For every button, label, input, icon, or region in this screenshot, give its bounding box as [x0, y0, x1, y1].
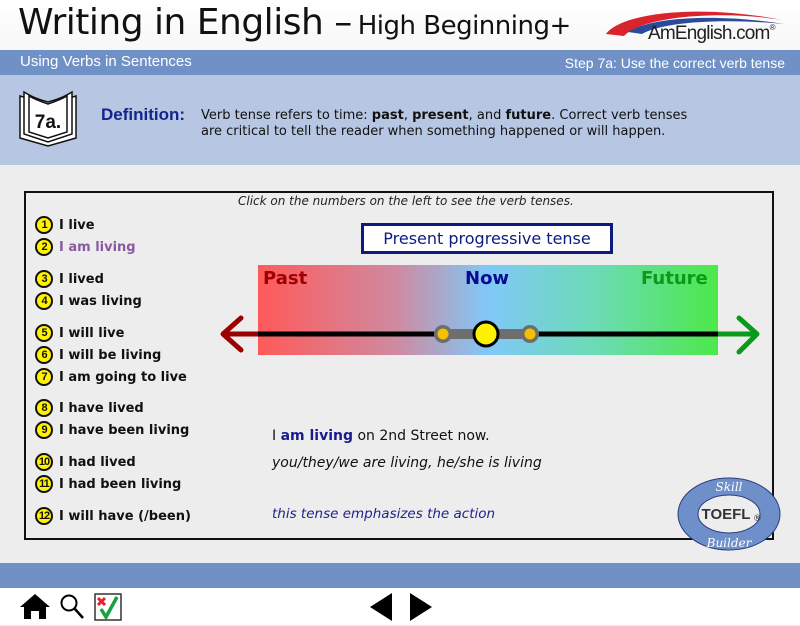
- tense-number-button[interactable]: 3: [35, 270, 53, 288]
- search-button[interactable]: [59, 593, 85, 625]
- tense-number-button[interactable]: 11: [35, 475, 53, 493]
- tense-number-button[interactable]: 12: [35, 507, 53, 525]
- tense-item-label: I am living: [59, 239, 136, 255]
- logo-text: AmEnglish.com®: [648, 23, 776, 44]
- quiz-button[interactable]: [94, 593, 122, 625]
- step-title: Step 7a: Use the correct verb tense: [564, 55, 785, 71]
- end-marker: [524, 328, 536, 340]
- title-bar: Using Verbs in Sentences Step 7a: Use th…: [0, 50, 800, 75]
- app-title-main: Writing in English –: [18, 2, 352, 43]
- checklist-icon: [94, 593, 122, 621]
- tense-item-8[interactable]: 8 I have lived: [35, 398, 144, 418]
- tense-item-label: I live: [59, 217, 95, 233]
- tense-item-6[interactable]: 6 I will be living: [35, 345, 161, 365]
- future-label: Future: [641, 268, 708, 289]
- previous-button[interactable]: [368, 592, 394, 626]
- tense-item-label: I have been living: [59, 422, 190, 438]
- tense-number-button[interactable]: 8: [35, 399, 53, 417]
- tense-item-12[interactable]: 12 I will have (/been): [35, 506, 191, 526]
- now-marker: [472, 320, 500, 348]
- now-label: Now: [465, 268, 510, 289]
- tense-item-10[interactable]: 10 I had lived: [35, 452, 136, 472]
- book-icon: 7a.: [16, 88, 80, 148]
- tense-item-label: I will be living: [59, 347, 162, 363]
- past-label: Past: [263, 268, 308, 289]
- tense-item-3[interactable]: 3 I lived: [35, 269, 104, 289]
- tense-item-label: I was living: [59, 293, 142, 309]
- tense-item-label: I have lived: [59, 400, 144, 416]
- tense-item-label: I will live: [59, 325, 125, 341]
- tense-number-button[interactable]: 7: [35, 368, 53, 386]
- tense-item-2[interactable]: 2 I am living: [35, 237, 136, 257]
- previous-arrow-icon: [370, 593, 392, 621]
- app-title: Writing in English – High Beginning+: [18, 2, 571, 43]
- definition-text: Verb tense refers to time: past, present…: [201, 108, 688, 139]
- tense-item-7[interactable]: 7 I am going to live: [35, 367, 187, 387]
- tense-number-button[interactable]: 6: [35, 346, 53, 364]
- conjugation-text: you/they/we are living, he/she is living: [272, 455, 542, 471]
- tense-item-4[interactable]: 4 I was living: [35, 291, 142, 311]
- section-title: Using Verbs in Sentences: [20, 53, 192, 70]
- svg-text:Skill: Skill: [715, 480, 742, 494]
- app-subtitle: High Beginning+: [357, 11, 572, 41]
- footer-band: [0, 563, 800, 588]
- tense-item-label: I lived: [59, 271, 104, 287]
- svg-text:TOEFL: TOEFL: [702, 506, 751, 523]
- home-button[interactable]: [19, 593, 51, 623]
- tense-number-button[interactable]: 2: [35, 238, 53, 256]
- tense-item-label: I will have (/been): [59, 508, 191, 524]
- next-button[interactable]: [408, 592, 434, 626]
- tense-item-label: I had been living: [59, 476, 182, 492]
- tense-item-9[interactable]: 9 I have been living: [35, 420, 189, 440]
- search-icon: [60, 594, 84, 619]
- next-arrow-icon: [410, 593, 432, 621]
- timeline: Past Now Future: [215, 262, 765, 372]
- definition-label: Definition:: [101, 105, 186, 124]
- tense-item-11[interactable]: 11 I had been living: [35, 474, 181, 494]
- example-sentence: I am living on 2nd Street now.: [272, 428, 490, 444]
- tense-number-button[interactable]: 5: [35, 324, 53, 342]
- tense-title-box: Present progressive tense: [361, 223, 613, 254]
- tense-note: this tense emphasizes the action: [272, 506, 496, 522]
- svg-text:Builder: Builder: [706, 536, 753, 550]
- tense-item-label: I had lived: [59, 454, 136, 470]
- instruction-text: Click on the numbers on the left to see …: [238, 194, 574, 208]
- home-icon: [20, 594, 50, 619]
- tense-item-label: I am going to live: [59, 369, 187, 385]
- tense-number-button[interactable]: 1: [35, 216, 53, 234]
- tense-number-button[interactable]: 10: [35, 453, 53, 471]
- amenglish-logo: AmEnglish.com®: [602, 6, 792, 50]
- bottom-toolbar: [0, 588, 800, 625]
- svg-text:7a.: 7a.: [35, 112, 61, 133]
- svg-text:®: ®: [754, 513, 761, 523]
- tense-number-button[interactable]: 4: [35, 292, 53, 310]
- toefl-skill-builder-badge: Skill TOEFL ® Builder: [676, 476, 782, 552]
- start-marker: [437, 328, 449, 340]
- definition-band: 7a. Definition: Verb tense refers to tim…: [0, 75, 800, 165]
- tense-item-5[interactable]: 5 I will live: [35, 323, 124, 343]
- tense-item-1[interactable]: 1 I live: [35, 215, 95, 235]
- tense-number-button[interactable]: 9: [35, 421, 53, 439]
- header: Writing in English – High Beginning+ AmEn…: [0, 0, 800, 50]
